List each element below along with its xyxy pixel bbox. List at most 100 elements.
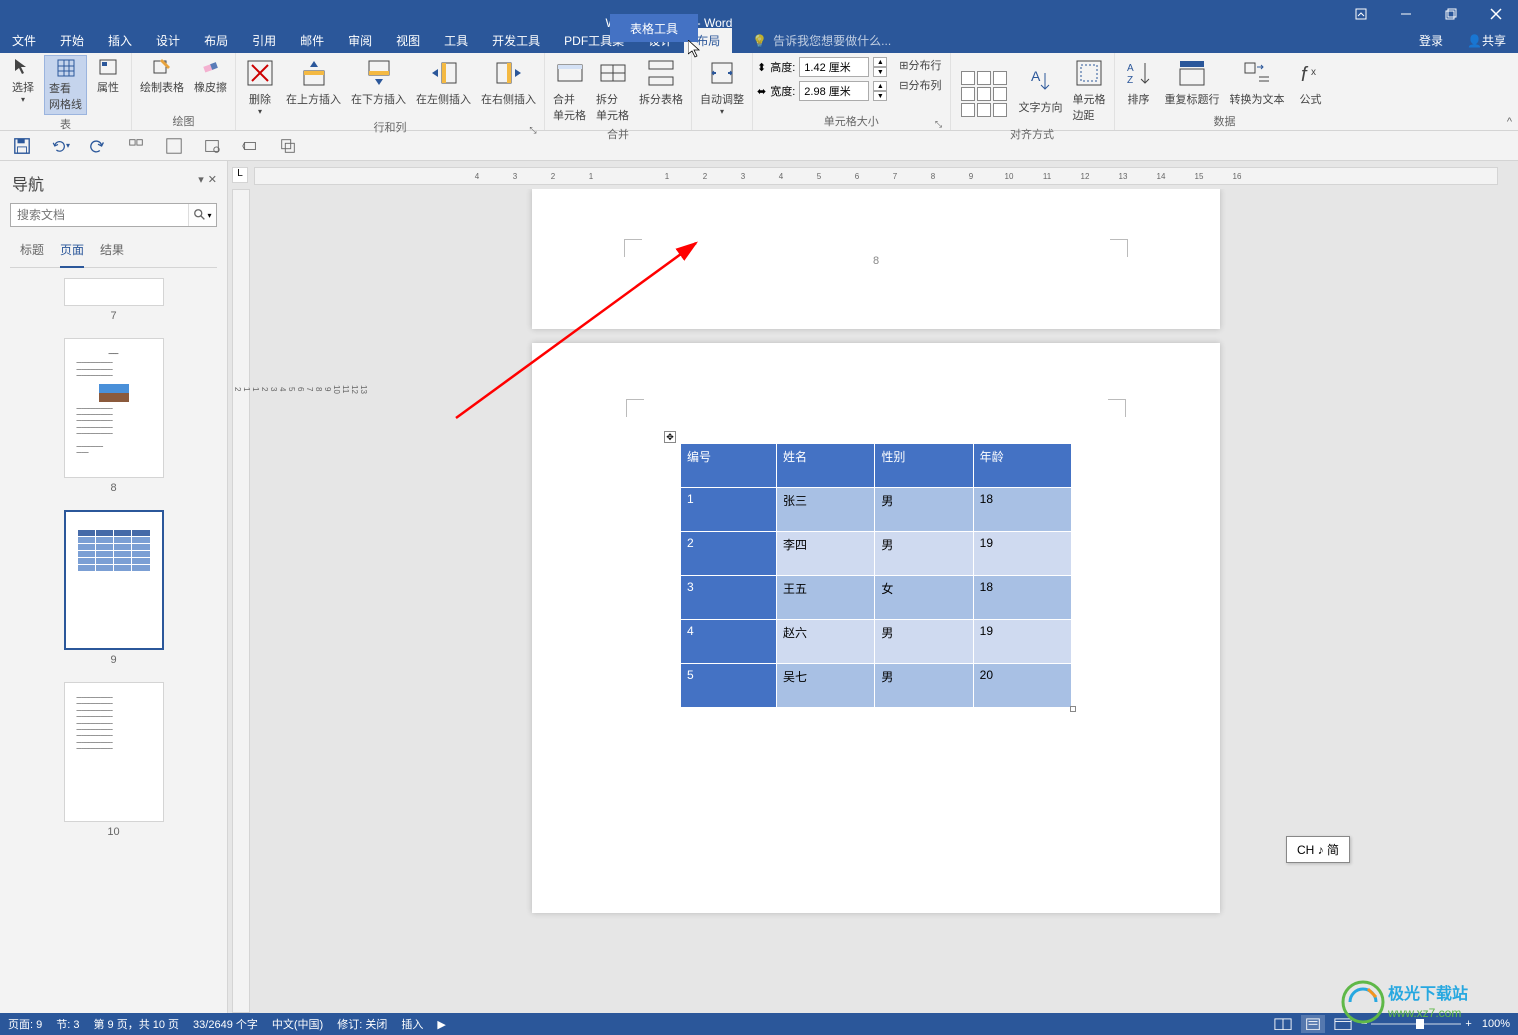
ribbon-display-options[interactable] bbox=[1338, 0, 1383, 28]
table-cell[interactable]: 18 bbox=[973, 488, 1071, 532]
horizontal-ruler[interactable]: 432112345678910111213141516 bbox=[254, 167, 1498, 185]
width-up[interactable]: ▲ bbox=[873, 81, 887, 91]
redo-button[interactable] bbox=[88, 136, 108, 156]
table-cell[interactable]: 男 bbox=[875, 532, 973, 576]
text-direction-button[interactable]: A 文字方向 bbox=[1015, 63, 1067, 117]
table-cell[interactable]: 18 bbox=[973, 576, 1071, 620]
distribute-cols-button[interactable]: ⊟ 分布列 bbox=[895, 75, 945, 95]
document-table[interactable]: 编号姓名性别年龄 1张三男182李四男193王五女184赵六男195吴七男20 bbox=[680, 443, 1072, 708]
nav-search-input[interactable] bbox=[10, 203, 217, 227]
table-cell[interactable]: 4 bbox=[681, 620, 777, 664]
align-bl[interactable] bbox=[961, 103, 975, 117]
table-row[interactable]: 3王五女18 bbox=[681, 576, 1072, 620]
table-cell[interactable]: 女 bbox=[875, 576, 973, 620]
read-mode-button[interactable] bbox=[1271, 1015, 1295, 1033]
view-gridlines-button[interactable]: 查看 网格线 bbox=[44, 55, 87, 115]
table-cell[interactable]: 吴七 bbox=[777, 664, 875, 708]
align-mc[interactable] bbox=[977, 87, 991, 101]
table-row[interactable]: 4赵六男19 bbox=[681, 620, 1072, 664]
repeat-header-button[interactable]: 重复标题行 bbox=[1161, 55, 1224, 109]
status-revision[interactable]: 修订: 关闭 bbox=[337, 1016, 387, 1032]
properties-button[interactable]: 属性 bbox=[89, 55, 127, 97]
table-row[interactable]: 5吴七男20 bbox=[681, 664, 1072, 708]
table-cell[interactable]: 张三 bbox=[777, 488, 875, 532]
table-cell[interactable]: 19 bbox=[973, 620, 1071, 664]
autofit-button[interactable]: 自动调整▾ bbox=[696, 55, 748, 118]
page-thumbnail-7[interactable] bbox=[64, 278, 164, 306]
table-resize-handle[interactable] bbox=[1070, 706, 1076, 712]
status-language[interactable]: 中文(中国) bbox=[272, 1016, 323, 1032]
select-button[interactable]: 选择▾ bbox=[4, 55, 42, 106]
cell-margins-button[interactable]: 单元格 边距 bbox=[1069, 55, 1110, 125]
restore-button[interactable] bbox=[1428, 0, 1473, 28]
status-word-count[interactable]: 33/2649 个字 bbox=[193, 1016, 258, 1032]
page-thumbnail-10[interactable]: ━━━━━━━━━━━━━━━━━━━━━━━━━━━━━━━━━━━━━━━━… bbox=[64, 682, 164, 822]
table-cell[interactable]: 王五 bbox=[777, 576, 875, 620]
table-cell[interactable]: 男 bbox=[875, 664, 973, 708]
table-header-cell[interactable]: 编号 bbox=[681, 444, 777, 488]
align-tr[interactable] bbox=[993, 71, 1007, 85]
insert-below-button[interactable]: 在下方插入 bbox=[347, 55, 410, 109]
table-cell[interactable]: 男 bbox=[875, 620, 973, 664]
nav-tab-headings[interactable]: 标题 bbox=[20, 235, 44, 267]
undo-button[interactable]: ▾ bbox=[50, 136, 70, 156]
height-up[interactable]: ▲ bbox=[873, 57, 887, 67]
menu-review[interactable]: 审阅 bbox=[336, 28, 384, 53]
table-cell[interactable]: 男 bbox=[875, 488, 973, 532]
nav-close-button[interactable]: ✕ bbox=[208, 173, 217, 186]
table-header-cell[interactable]: 姓名 bbox=[777, 444, 875, 488]
align-br[interactable] bbox=[993, 103, 1007, 117]
page-thumbnail-9[interactable] bbox=[64, 510, 164, 650]
table-cell[interactable]: 1 bbox=[681, 488, 777, 532]
table-header-cell[interactable]: 年龄 bbox=[973, 444, 1071, 488]
split-cells-button[interactable]: 拆分 单元格 bbox=[592, 55, 633, 125]
login-button[interactable]: 登录 bbox=[1407, 28, 1455, 53]
table-move-handle[interactable]: ✥ bbox=[664, 431, 676, 443]
close-button[interactable] bbox=[1473, 0, 1518, 28]
print-layout-button[interactable] bbox=[1301, 1015, 1325, 1033]
height-input[interactable] bbox=[799, 57, 869, 77]
menu-view[interactable]: 视图 bbox=[384, 28, 432, 53]
rows-cols-launcher[interactable]: ⤡ bbox=[528, 125, 538, 135]
collapse-ribbon-button[interactable]: ^ bbox=[1507, 116, 1512, 128]
qat-btn-4[interactable] bbox=[126, 136, 146, 156]
nav-search-button[interactable]: ▾ bbox=[188, 204, 216, 226]
qat-btn-5[interactable] bbox=[164, 136, 184, 156]
status-page[interactable]: 页面: 9 bbox=[8, 1016, 42, 1032]
formula-button[interactable]: fx 公式 bbox=[1291, 55, 1331, 109]
align-tc[interactable] bbox=[977, 71, 991, 85]
eraser-button[interactable]: 橡皮擦 bbox=[190, 55, 231, 97]
status-page-of[interactable]: 第 9 页，共 10 页 bbox=[93, 1016, 179, 1032]
nav-tab-pages[interactable]: 页面 bbox=[60, 235, 84, 268]
delete-button[interactable]: 删除▾ bbox=[240, 55, 280, 118]
sort-button[interactable]: AZ 排序 bbox=[1119, 55, 1159, 109]
cell-size-launcher[interactable]: ⤡ bbox=[934, 119, 944, 129]
nav-dropdown[interactable]: ▾ bbox=[198, 173, 204, 186]
alignment-grid[interactable] bbox=[961, 71, 1007, 117]
tell-me-search[interactable]: 💡 告诉我您想要做什么... bbox=[752, 32, 891, 49]
insert-left-button[interactable]: 在左侧插入 bbox=[412, 55, 475, 109]
qat-btn-7[interactable] bbox=[240, 136, 260, 156]
status-record[interactable]: ▶ bbox=[437, 1018, 445, 1031]
table-cell[interactable]: 20 bbox=[973, 664, 1071, 708]
table-cell[interactable]: 3 bbox=[681, 576, 777, 620]
minimize-button[interactable] bbox=[1383, 0, 1428, 28]
merge-cells-button[interactable]: 合并 单元格 bbox=[549, 55, 590, 125]
menu-home[interactable]: 开始 bbox=[48, 28, 96, 53]
share-button[interactable]: 👤 共享 bbox=[1455, 28, 1518, 53]
align-mr[interactable] bbox=[993, 87, 1007, 101]
ruler-corner[interactable]: L bbox=[232, 167, 248, 183]
draw-table-button[interactable]: 绘制表格 bbox=[136, 55, 188, 97]
menu-file[interactable]: 文件 bbox=[0, 28, 48, 53]
table-cell[interactable]: 2 bbox=[681, 532, 777, 576]
width-down[interactable]: ▼ bbox=[873, 91, 887, 101]
menu-references[interactable]: 引用 bbox=[240, 28, 288, 53]
menu-tools[interactable]: 工具 bbox=[432, 28, 480, 53]
qat-btn-6[interactable] bbox=[202, 136, 222, 156]
table-cell[interactable]: 5 bbox=[681, 664, 777, 708]
qat-btn-8[interactable] bbox=[278, 136, 298, 156]
insert-above-button[interactable]: 在上方插入 bbox=[282, 55, 345, 109]
split-table-button[interactable]: 拆分表格 bbox=[635, 55, 687, 109]
status-section[interactable]: 节: 3 bbox=[56, 1016, 79, 1032]
convert-to-text-button[interactable]: 转换为文本 bbox=[1226, 55, 1289, 109]
